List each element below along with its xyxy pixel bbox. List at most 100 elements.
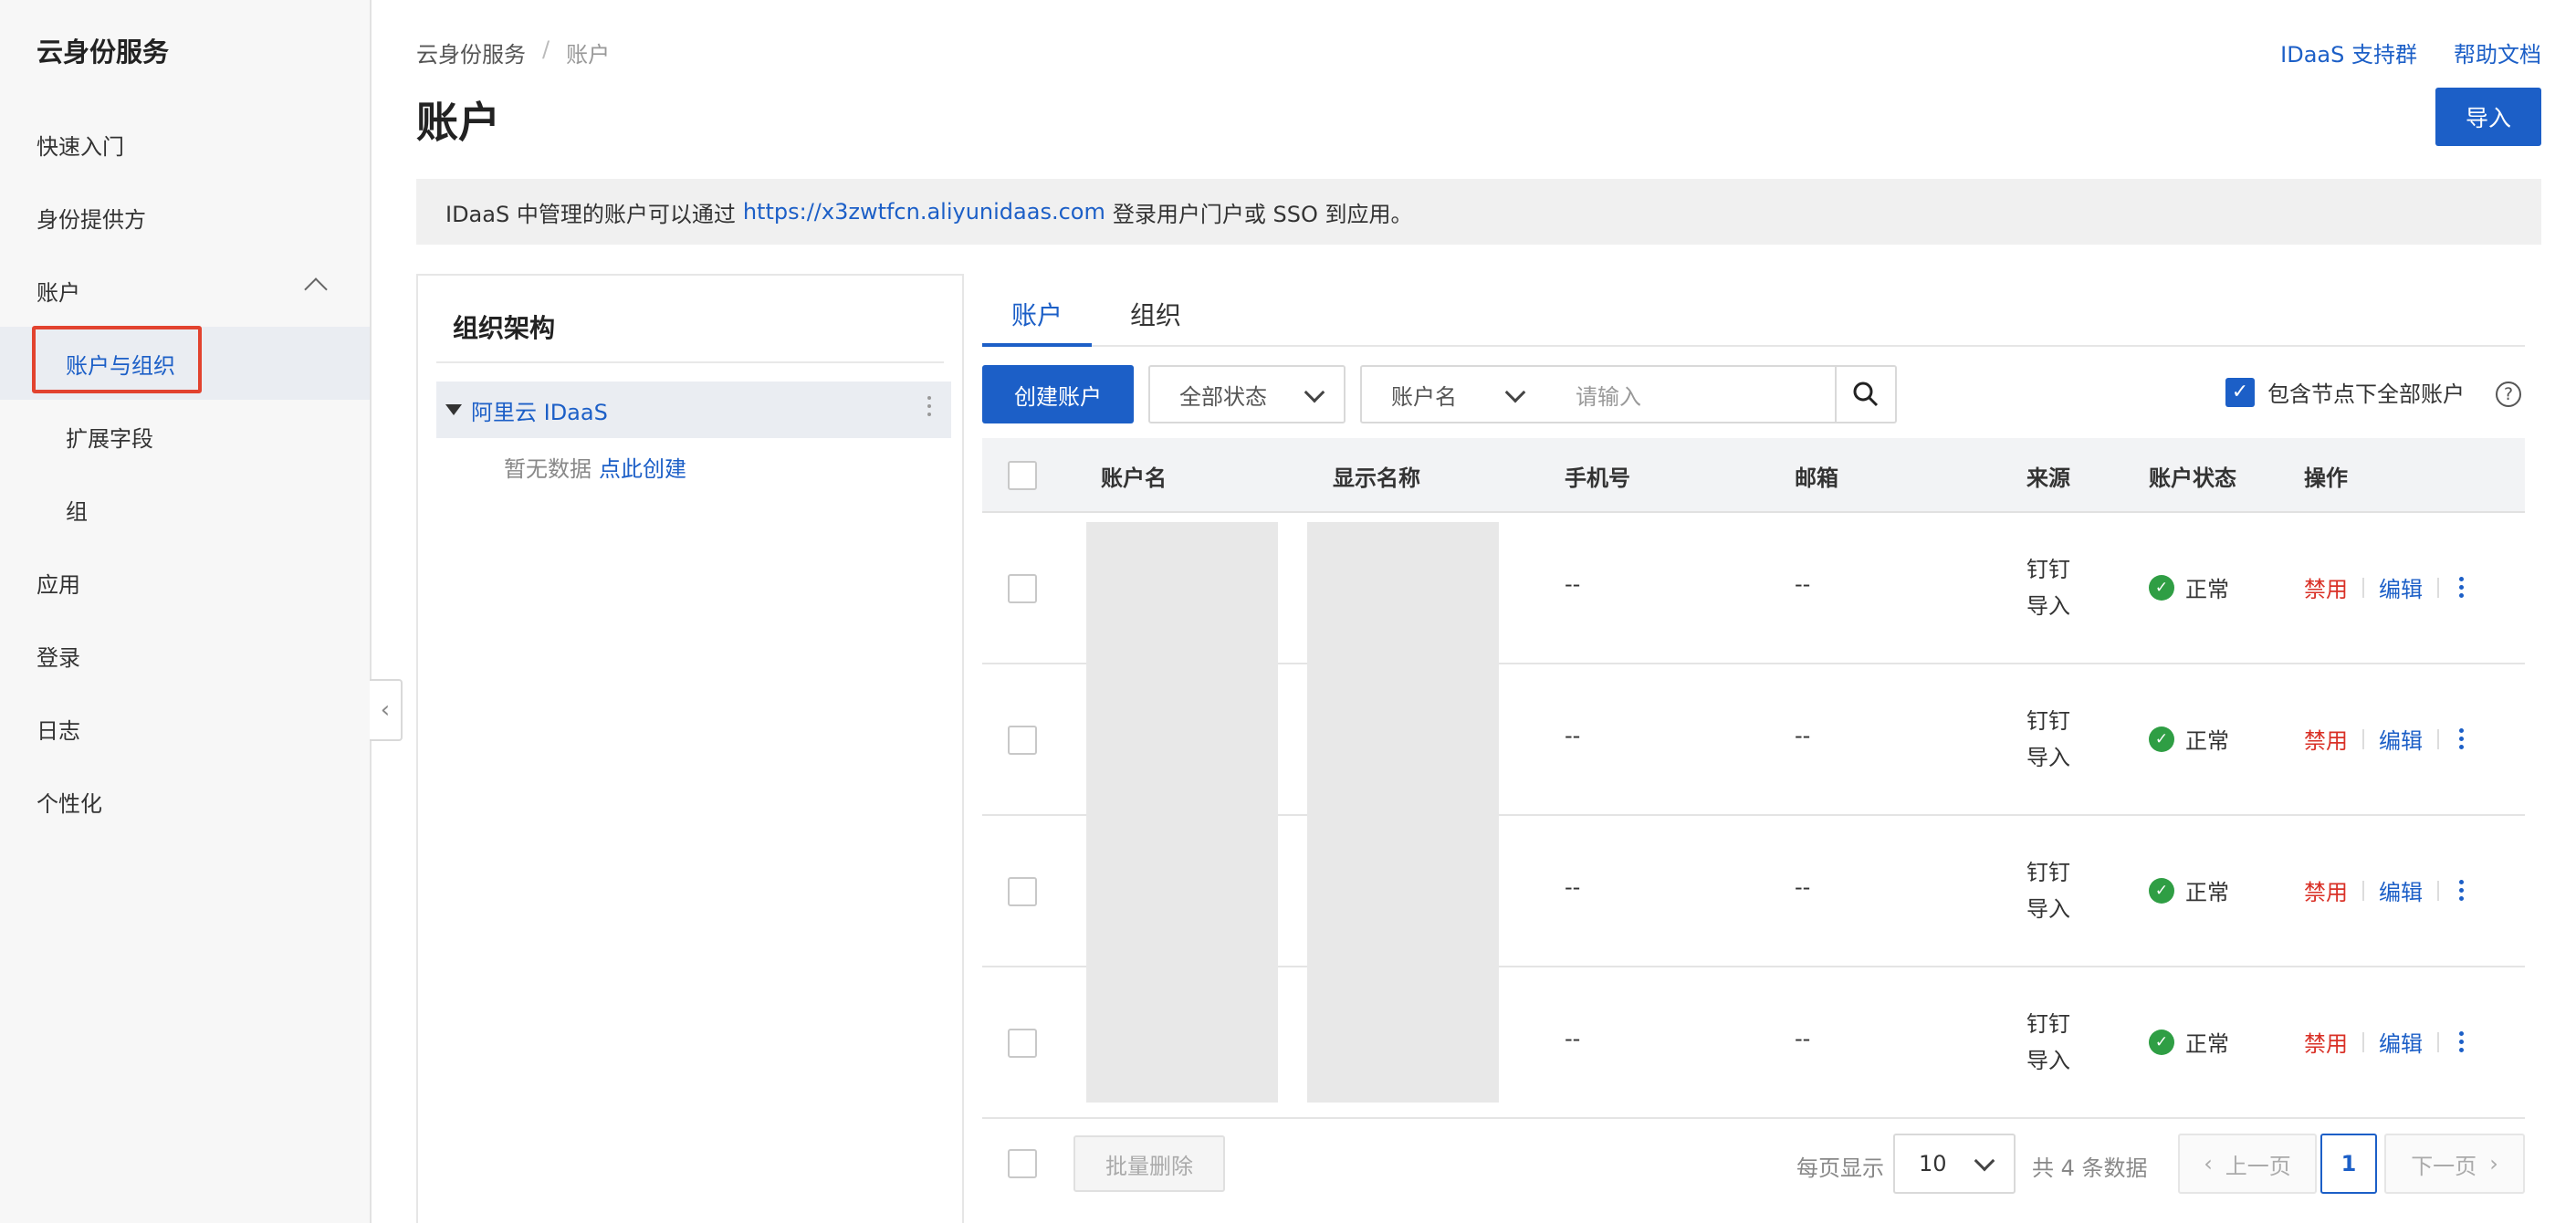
include-all-checkbox[interactable]: ✓ 包含节点下全部账户	[2225, 376, 2465, 408]
row-checkbox[interactable]	[1008, 877, 1037, 906]
status-text: 正常	[2185, 728, 2229, 754]
breadcrumb-item[interactable]: 云身份服务	[416, 37, 526, 68]
disable-link[interactable]: 禁用	[2304, 1026, 2348, 1058]
divider	[2437, 1031, 2439, 1052]
status-cell: ✓ 正常	[2149, 571, 2229, 603]
select-all-checkbox[interactable]	[1008, 461, 1037, 490]
checkbox-checked-icon[interactable]: ✓	[2225, 377, 2255, 407]
support-group-link[interactable]: IDaaS 支持群	[2280, 37, 2417, 68]
prev-label: 上一页	[2225, 1153, 2291, 1179]
more-vertical-icon[interactable]	[2454, 880, 2469, 901]
divider	[2437, 577, 2439, 598]
create-org-link[interactable]: 点此创建	[599, 456, 686, 482]
edit-link[interactable]: 编辑	[2379, 723, 2423, 755]
chevron-up-icon	[304, 277, 328, 301]
org-tree-root[interactable]: 阿里云 IDaaS	[436, 382, 951, 438]
sidebar-item-logs[interactable]: 日志	[0, 692, 370, 765]
sidebar-item-label: 身份提供方	[37, 206, 146, 233]
disable-link[interactable]: 禁用	[2304, 874, 2348, 906]
redacted-account-names	[1086, 522, 1278, 1103]
source-cell: 钉钉 导入	[2026, 703, 2070, 776]
page-title: 账户	[416, 98, 500, 147]
sidebar-item-applications[interactable]: 应用	[0, 546, 370, 619]
email-cell: --	[1795, 571, 1811, 597]
phone-cell: --	[1565, 723, 1581, 748]
sidebar-item-extension-fields[interactable]: 扩展字段	[0, 400, 370, 473]
more-vertical-icon[interactable]	[2454, 1031, 2469, 1052]
table-footer: 批量删除 每页显示 10 共 4 条数据 ‹ 上一页 1 下一页 ›	[982, 1132, 2525, 1196]
status-filter-select[interactable]: 全部状态	[1148, 365, 1346, 423]
status-cell: ✓ 正常	[2149, 723, 2229, 755]
sidebar-item-label: 日志	[37, 717, 80, 744]
divider	[436, 361, 944, 363]
tab-organizations[interactable]: 组织	[1110, 288, 1201, 347]
status-filter-value: 全部状态	[1179, 383, 1267, 410]
page-number-current[interactable]: 1	[2320, 1134, 2377, 1194]
batch-delete-button[interactable]: 批量删除	[1073, 1135, 1225, 1192]
help-docs-link[interactable]: 帮助文档	[2454, 37, 2541, 68]
disable-link[interactable]: 禁用	[2304, 571, 2348, 603]
per-page-select[interactable]: 10	[1893, 1134, 2016, 1194]
source-cell: 钉钉 导入	[2026, 551, 2070, 624]
more-vertical-icon[interactable]	[927, 396, 931, 416]
status-text: 正常	[2185, 880, 2229, 905]
sidebar-item-identity-provider[interactable]: 身份提供方	[0, 181, 370, 254]
sidebar-item-label: 账户	[37, 279, 80, 306]
email-cell: --	[1795, 1026, 1811, 1051]
sidebar-item-label: 扩展字段	[66, 425, 153, 452]
column-header: 来源	[2026, 465, 2070, 491]
more-vertical-icon[interactable]	[2454, 728, 2469, 749]
operations-cell: 禁用 编辑	[2304, 723, 2469, 755]
column-header: 操作	[2304, 465, 2348, 491]
divider	[2362, 1031, 2364, 1052]
footer-select-all-checkbox[interactable]	[1008, 1149, 1037, 1178]
sidebar-item-label: 应用	[37, 571, 80, 598]
sidebar-item-personalization[interactable]: 个性化	[0, 765, 370, 838]
status-text: 正常	[2185, 1031, 2229, 1057]
notice-suffix: 登录用户门户或 SSO 到应用。	[1112, 201, 1413, 227]
chevron-down-icon	[1974, 1150, 1995, 1172]
column-header: 邮箱	[1795, 465, 1838, 491]
source-line: 钉钉	[2026, 557, 2070, 582]
sidebar-collapse-button[interactable]: ‹	[370, 679, 403, 741]
edit-link[interactable]: 编辑	[2379, 874, 2423, 906]
source-line: 导入	[2026, 745, 2070, 770]
caret-down-icon[interactable]	[445, 404, 462, 415]
search-icon	[1853, 382, 1879, 407]
create-account-button[interactable]: 创建账户	[982, 365, 1134, 423]
row-checkbox[interactable]	[1008, 726, 1037, 755]
sidebar-item-accounts[interactable]: 账户	[0, 254, 370, 327]
sidebar-item-groups[interactable]: 组	[0, 473, 370, 546]
org-empty-state: 暂无数据 点此创建	[504, 451, 686, 483]
portal-url-link[interactable]: https://x3zwtfcn.aliyunidaas.com	[743, 199, 1105, 225]
sidebar-item-label: 快速入门	[37, 133, 124, 160]
search-button[interactable]	[1835, 365, 1897, 423]
row-checkbox[interactable]	[1008, 1029, 1037, 1058]
sidebar-item-label: 个性化	[37, 790, 102, 817]
sidebar-title: 云身份服务	[37, 37, 170, 68]
more-vertical-icon[interactable]	[2454, 577, 2469, 598]
next-page-button[interactable]: 下一页 ›	[2384, 1134, 2525, 1194]
disable-link[interactable]: 禁用	[2304, 723, 2348, 755]
org-root-label[interactable]: 阿里云 IDaaS	[471, 394, 608, 426]
divider	[2437, 880, 2439, 901]
source-line: 导入	[2026, 593, 2070, 619]
operations-cell: 禁用 编辑	[2304, 874, 2469, 906]
include-all-label: 包含节点下全部账户	[2267, 382, 2465, 407]
prev-page-button[interactable]: ‹ 上一页	[2178, 1134, 2317, 1194]
edit-link[interactable]: 编辑	[2379, 1026, 2423, 1058]
column-header: 账户状态	[2149, 465, 2236, 491]
search-input[interactable]: 请输入	[1545, 365, 1837, 423]
sidebar-item-quickstart[interactable]: 快速入门	[0, 108, 370, 181]
sidebar-item-label: 登录	[37, 644, 80, 671]
edit-link[interactable]: 编辑	[2379, 571, 2423, 603]
column-header: 账户名	[1101, 465, 1167, 491]
row-checkbox[interactable]	[1008, 574, 1037, 603]
notice-banner: IDaaS 中管理的账户可以通过 https://x3zwtfcn.aliyun…	[416, 179, 2541, 245]
sidebar-item-login[interactable]: 登录	[0, 619, 370, 692]
search-field-select[interactable]: 账户名	[1360, 365, 1546, 423]
import-button[interactable]: 导入	[2435, 88, 2541, 146]
tab-accounts[interactable]: 账户	[982, 288, 1092, 347]
phone-cell: --	[1565, 571, 1581, 597]
help-icon[interactable]: ?	[2496, 382, 2521, 407]
